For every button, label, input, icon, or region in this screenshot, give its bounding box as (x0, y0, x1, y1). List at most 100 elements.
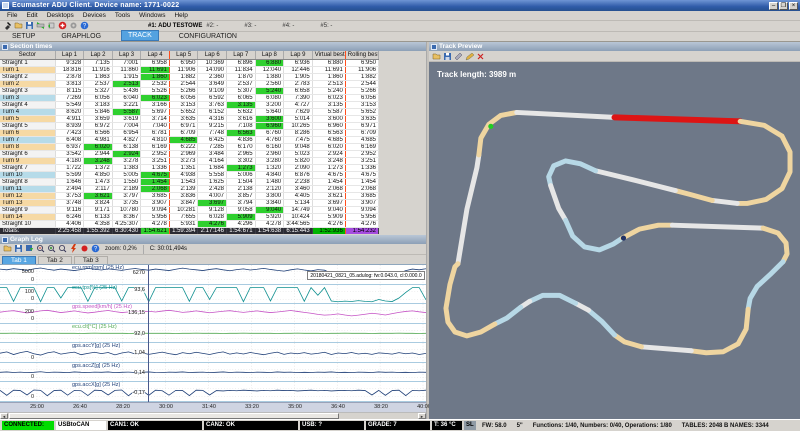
open-folder-icon[interactable] (432, 52, 441, 61)
sector-row[interactable]: Straight 71:7221:3721:3831:3361:3511:684… (0, 164, 379, 171)
lap-time-cell: 3:735 (112, 199, 141, 206)
clear-icon[interactable] (69, 244, 78, 253)
sector-row[interactable]: Turn 112:4942:1172:1892:0682:1392:4282:1… (0, 185, 379, 192)
tab-setup[interactable]: SETUP (6, 32, 41, 41)
save-icon[interactable] (443, 52, 452, 61)
help-icon[interactable]: ? (91, 244, 100, 253)
scroll-left-icon[interactable]: ◄ (0, 413, 8, 419)
graph-tab-tab3[interactable]: Tab 3 (74, 256, 108, 264)
draw-icon[interactable] (465, 52, 474, 61)
menu-windows[interactable]: Windows (135, 12, 169, 19)
sector-row[interactable]: Turn 76:4084:9814:8274:8104:6856:4254:83… (0, 136, 379, 143)
device-slot-1[interactable]: #1: ADU TESTOWE (148, 23, 202, 29)
column-header[interactable]: Lap 2 (84, 51, 113, 59)
sector-row[interactable]: Straight 19:3287:1357:0016:9586:95010:36… (0, 59, 379, 66)
sector-row[interactable]: Straight 104:4064:3584:25:3074:2785:9314… (0, 220, 379, 227)
column-header[interactable]: Lap 4 (141, 51, 170, 59)
lap-time-cell: 5:820 (284, 157, 313, 164)
restore-button[interactable]: ❐ (779, 2, 788, 10)
lap-time-cell: 5:956 (141, 213, 170, 220)
record-icon[interactable] (80, 244, 89, 253)
open-folder-icon[interactable] (14, 21, 23, 30)
sector-row[interactable]: Turn 86:9376:0206:1386:1696:2227:2856:17… (0, 143, 379, 150)
zoom-out-icon[interactable] (36, 244, 45, 253)
lap-time-cell: 4:850 (84, 171, 113, 178)
scroll-right-icon[interactable]: ► (418, 413, 426, 419)
column-header[interactable]: Lap 9 (284, 51, 313, 59)
sector-row[interactable]: Turn 37:2696:0566:0406:0236:0566:5926:06… (0, 94, 379, 101)
sector-row[interactable]: Turn 133:7483:8243:7353:9073:8473:6973:7… (0, 199, 379, 206)
sector-row[interactable]: Straight 45:5493:1833:2213:1663:1533:763… (0, 101, 379, 108)
sector-row[interactable]: Turn 48:6205:8465:5875:6975:6526:1525:63… (0, 108, 379, 115)
search-icon[interactable] (58, 244, 67, 253)
channel-band[interactable]: ecu.clt[°C] (25 Hz)92,0 (0, 324, 426, 344)
save-icon[interactable] (14, 244, 23, 253)
settings-gear-icon[interactable] (69, 21, 78, 30)
column-header[interactable]: Lap 3 (112, 51, 141, 59)
graph-log-toolbar: ? zoom: 0,2% C: 30:01,494s (0, 244, 426, 255)
sector-row[interactable]: Straight 22:8781:8631:9151:8601:8822:360… (0, 73, 379, 80)
menu-help[interactable]: Help (170, 12, 191, 19)
scrollbar-thumb[interactable] (9, 413, 339, 419)
horizontal-scrollbar[interactable]: ◄ ► (0, 412, 426, 419)
sector-row[interactable]: Turn 67:4236:5666:9546:7816:7097:7486:56… (0, 129, 379, 136)
column-header[interactable]: Lap 6 (198, 51, 227, 59)
channel-band[interactable]: gps.speed[km/h] (25 Hz)2000136,15 (0, 304, 426, 324)
device-slot-3[interactable]: #3: - (244, 23, 256, 29)
column-header[interactable]: Lap 1 (55, 51, 84, 59)
delete-icon[interactable] (476, 52, 485, 61)
connect-icon[interactable] (36, 21, 45, 30)
graph-tab-tab2[interactable]: Tab 2 (38, 256, 72, 264)
reconnect-icon[interactable] (47, 21, 56, 30)
help-icon[interactable]: ? (80, 21, 89, 30)
sector-row[interactable]: Straight 99:1169:17110:7809:09410:2819:1… (0, 206, 379, 213)
track-length-label: Track length: 3989 m (437, 70, 516, 79)
sector-row[interactable]: Turn 146:2466:1338:3675:9567:6556:0285:9… (0, 213, 379, 220)
sector-row[interactable]: Turn 118:81611:91611:86011:69111:90614:0… (0, 66, 379, 73)
sector-row[interactable]: Straight 81:6461:4731:5501:4541:5431:625… (0, 178, 379, 185)
status-text-1: 5" (517, 423, 523, 429)
channel-band[interactable]: ecu.tps[%] (25 Hz)100093,6 (0, 285, 426, 305)
chart-area[interactable]: ecu.rpm[rpm] (25 Hz)500006270ecu.tps[%] … (0, 264, 426, 402)
sector-row[interactable]: Turn 23:8132:5372:5132:5322:5443:6492:53… (0, 80, 379, 87)
totals-row[interactable]: Totals:2:25:4581:55:3926:30:4301:54:6211… (0, 227, 379, 234)
measure-icon[interactable] (454, 52, 463, 61)
minimize-button[interactable]: – (769, 2, 778, 10)
sector-row[interactable]: Turn 105:5994:8505:0054:6754:9385:5585:0… (0, 171, 379, 178)
channel-band[interactable]: gps.accZ[g] (25 Hz)00,14 (0, 363, 426, 383)
zoom-in-icon[interactable] (47, 244, 56, 253)
device-slot-2[interactable]: #2: - (206, 23, 218, 29)
device-slot-4[interactable]: #4: - (282, 23, 294, 29)
export-icon[interactable] (25, 244, 34, 253)
lap-time-cell: 2:138 (227, 185, 256, 192)
column-header[interactable]: Rolling best (345, 51, 378, 59)
track-map[interactable]: Track length: 3989 m (429, 62, 800, 419)
sector-row[interactable]: Turn 54:9113:6593:6193:7143:6354:3163:61… (0, 115, 379, 122)
sector-row[interactable]: Straight 63:5422:9442:9242:9522:9693:484… (0, 150, 379, 157)
lap-time-cell: 6:563 (227, 129, 256, 136)
column-header[interactable]: Lap 7 (227, 51, 256, 59)
column-header[interactable]: Virtual best (312, 51, 345, 59)
graph-tab-tab1[interactable]: Tab 1 (2, 256, 36, 264)
sector-row[interactable]: Straight 58:9396:9727:0047:0406:9719:215… (0, 122, 379, 129)
stop-icon[interactable] (58, 21, 67, 30)
close-button[interactable]: × (789, 2, 798, 10)
lap-time-cell: 8:286 (284, 129, 313, 136)
save-icon[interactable] (25, 21, 34, 30)
sector-row[interactable]: Turn 94:1803:2483:2783:2513:2734:1643:30… (0, 157, 379, 164)
pin-icon[interactable] (3, 21, 12, 30)
menu-tools[interactable]: Tools (111, 12, 134, 19)
chart-cursor[interactable] (148, 265, 149, 402)
open-folder-icon[interactable] (3, 244, 12, 253)
column-header[interactable]: Lap 8 (255, 51, 284, 59)
channel-band[interactable]: gps.accY[g] (25 Hz)01,04 (0, 343, 426, 363)
column-header[interactable]: Lap 5 (169, 51, 198, 59)
column-header[interactable]: Sector (0, 51, 55, 59)
tab-track[interactable]: TRACK (121, 30, 159, 41)
tab-graphlog[interactable]: GRAPHLOG (55, 32, 107, 41)
channel-band[interactable]: gps.accX[g] (25 Hz)0-0,17 (0, 382, 426, 402)
tab-configuration[interactable]: CONFIGURATION (173, 32, 243, 41)
sector-row[interactable]: Straight 38:1155:3275:4365:5265:2669:109… (0, 87, 379, 94)
sector-row[interactable]: Turn 123:7533:6213:7973:6853:8364:0073:8… (0, 192, 379, 199)
device-slot-5[interactable]: #5: - (320, 23, 332, 29)
